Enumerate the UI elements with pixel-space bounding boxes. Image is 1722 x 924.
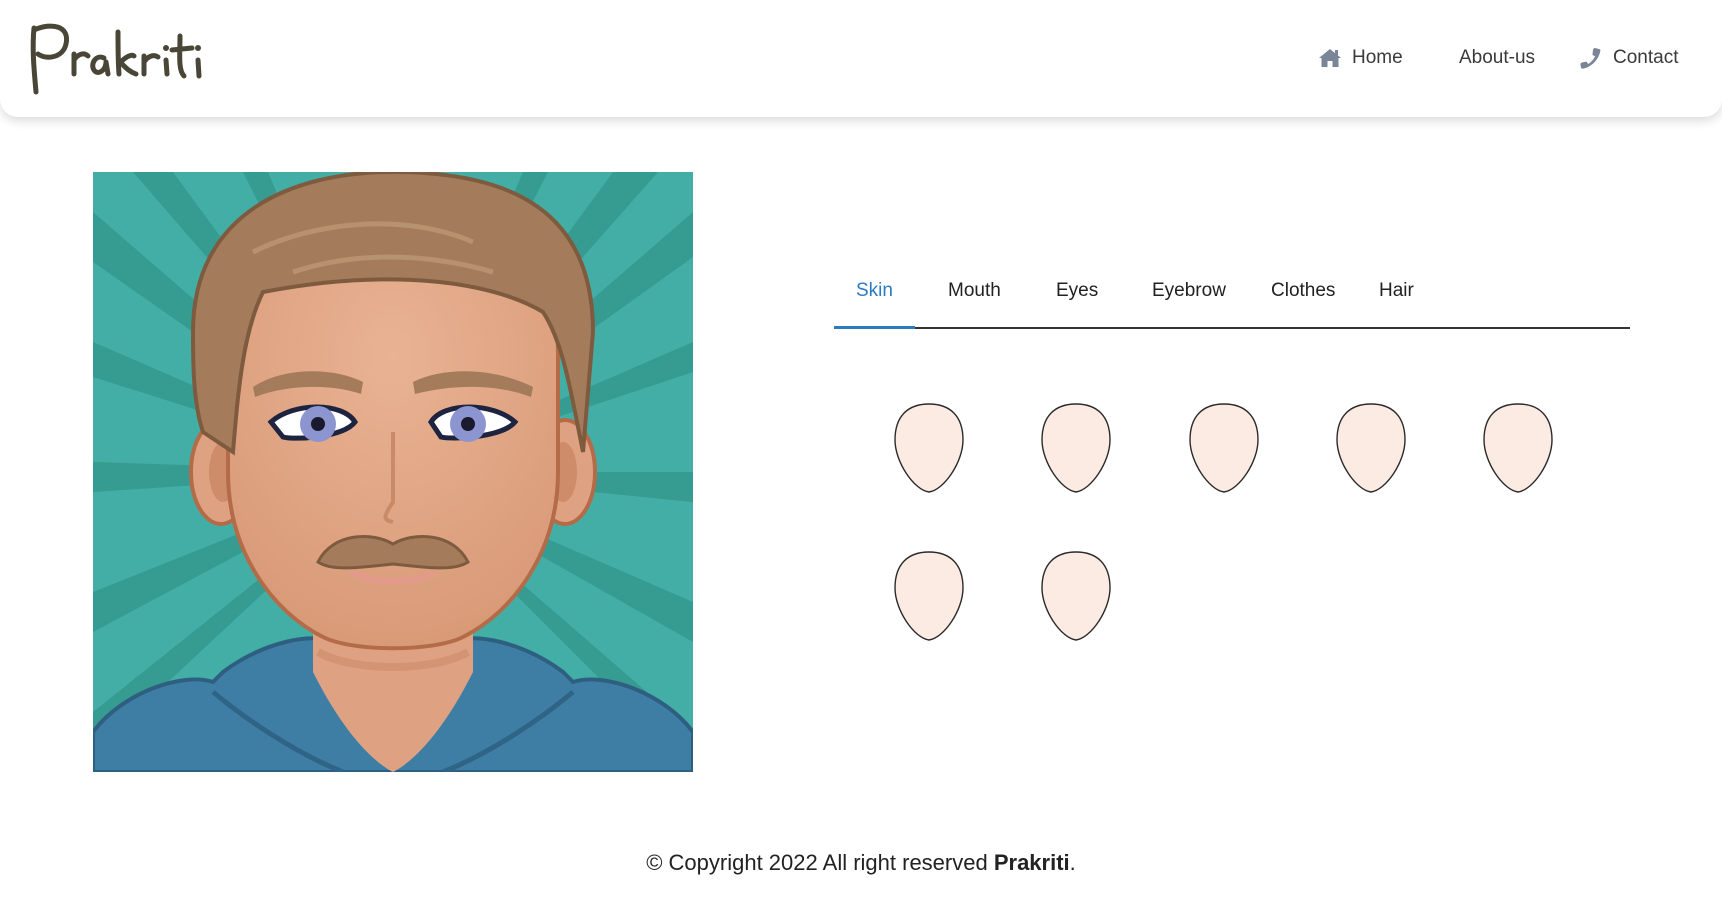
nav-home-link[interactable]: Home: [1318, 45, 1403, 71]
face-shape-icon: [894, 403, 964, 493]
nav-contact-link[interactable]: Contact: [1579, 45, 1678, 71]
nav-about-link[interactable]: About-us: [1459, 45, 1535, 71]
top-navbar: Home About-us Contact: [0, 0, 1722, 117]
avatar-preview: [93, 172, 693, 772]
active-tab-indicator: [834, 326, 915, 329]
skin-option-2[interactable]: [1039, 402, 1113, 494]
nav-about-label: About-us: [1459, 47, 1536, 68]
customization-tabs: Skin Mouth Eyes Eyebrow Clothes Hair: [834, 262, 1630, 329]
footer-copyright: © Copyright 2022 All right reserved Prak…: [0, 850, 1722, 876]
face-shape-icon: [1483, 403, 1553, 493]
brand-logo[interactable]: [26, 14, 206, 100]
nav-contact-label: Contact: [1613, 47, 1679, 68]
face-shape-icon: [1189, 403, 1259, 493]
face-shape-icon: [1041, 403, 1111, 493]
skin-option-6[interactable]: [892, 550, 966, 642]
skin-option-7[interactable]: [1039, 550, 1113, 642]
tab-hair[interactable]: Hair: [1379, 280, 1414, 310]
prakriti-logo-icon: [30, 23, 202, 95]
tab-mouth[interactable]: Mouth: [948, 280, 1001, 310]
home-icon: [1318, 47, 1342, 69]
phone-icon: [1579, 47, 1603, 69]
tab-eyebrow[interactable]: Eyebrow: [1152, 280, 1226, 310]
tab-eyes[interactable]: Eyes: [1056, 280, 1098, 310]
tab-skin[interactable]: Skin: [856, 280, 893, 310]
face-shape-icon: [1041, 551, 1111, 641]
footer-suffix: .: [1069, 850, 1076, 875]
skin-option-5[interactable]: [1481, 402, 1555, 494]
face-shape-icon: [1336, 403, 1406, 493]
footer-brand: Prakriti: [993, 850, 1070, 875]
face-shape-icon: [894, 551, 964, 641]
skin-option-1[interactable]: [892, 402, 966, 494]
nav-home-label: Home: [1352, 47, 1403, 68]
footer-copyright-text: © Copyright 2022 All right reserved: [646, 850, 994, 875]
skin-option-3[interactable]: [1187, 402, 1261, 494]
skin-option-4[interactable]: [1334, 402, 1408, 494]
avatar-illustration: [93, 172, 693, 772]
tab-clothes[interactable]: Clothes: [1271, 280, 1335, 310]
